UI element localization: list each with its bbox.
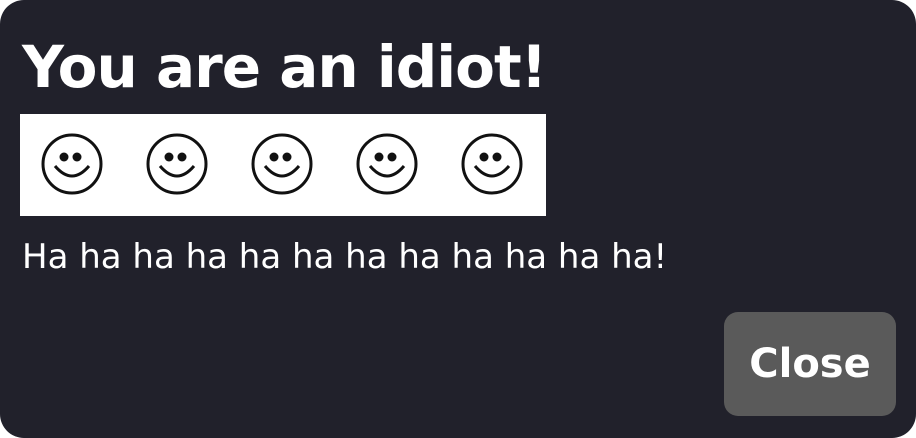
dialog-title: You are an idiot! — [22, 33, 547, 101]
close-button[interactable]: Close — [724, 312, 896, 416]
dialog-window: You are an idiot! Ha ha ha ha ha ha ha h… — [0, 0, 916, 438]
smiley-face-icon — [461, 133, 523, 195]
smiley-panel — [20, 114, 546, 216]
smiley-face-icon — [251, 133, 313, 195]
smiley-face-icon — [146, 133, 208, 195]
smiley-face-icon — [41, 133, 103, 195]
dialog-message: Ha ha ha ha ha ha ha ha ha ha ha ha! — [22, 237, 668, 277]
smiley-face-icon — [356, 133, 418, 195]
